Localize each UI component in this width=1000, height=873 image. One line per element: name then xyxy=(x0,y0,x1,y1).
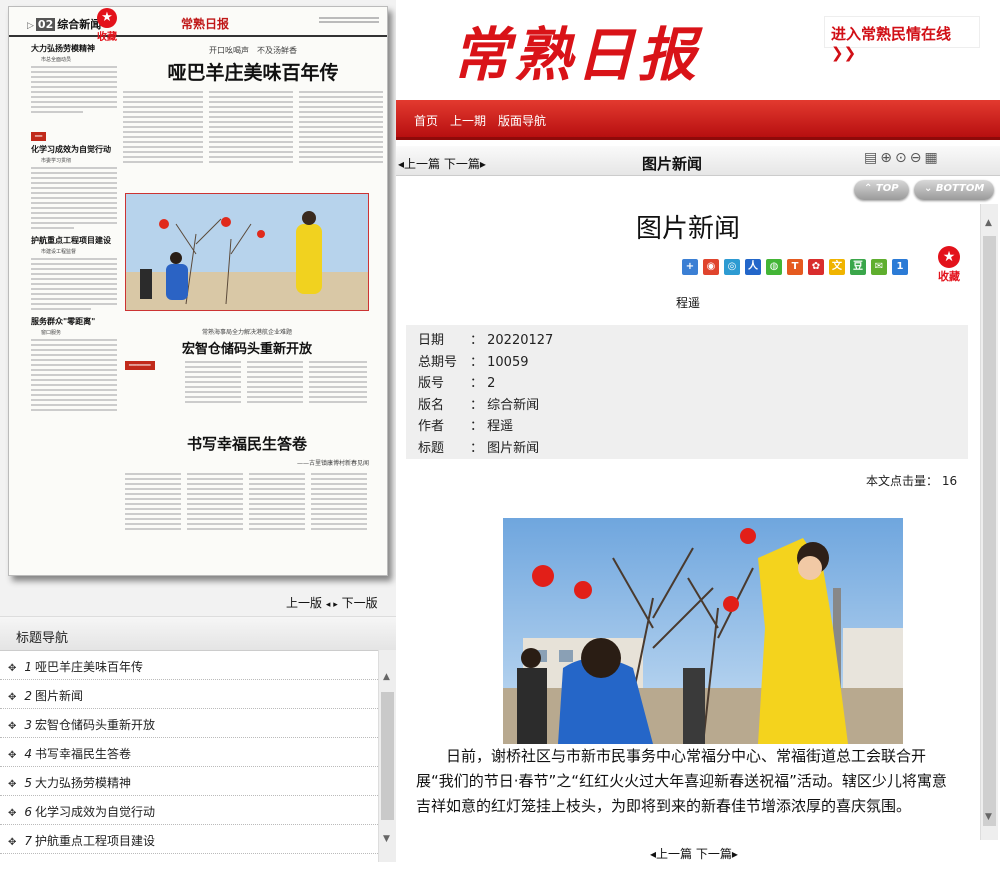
newspaper-page-thumbnail[interactable]: ▷ 02 综合新闻 ★ 收藏 常熟日报 大力弘扬劳模精神 市总全面动员 ━━ 化学习… xyxy=(8,6,388,576)
article-body: 日前，谢桥社区与市新市民事务中心常福分中心、常福街道总工会联合开展“我们的节日·… xyxy=(416,747,947,815)
scroll-down-icon[interactable]: ▼ xyxy=(985,812,992,822)
prev-page-link[interactable]: 上一版 xyxy=(286,596,322,610)
scroll-bottom-button[interactable]: ⌄ BOTTOM xyxy=(914,180,995,200)
left-panel: ▷ 02 综合新闻 ★ 收藏 常熟日报 大力弘扬劳模精神 市总全面动员 ━━ 化学习… xyxy=(0,0,396,873)
zoom-out-icon[interactable]: ⊖ xyxy=(910,150,925,166)
site-logo[interactable]: 常熟日报 xyxy=(452,8,700,92)
lead-headline[interactable]: 哑巴羊庄美味百年传 xyxy=(123,58,383,85)
share-wechat-icon[interactable]: ◍ xyxy=(766,259,782,275)
chevron-up-icon: ⌃ xyxy=(864,183,873,194)
favorite-button[interactable]: ★ 收藏 xyxy=(936,246,962,284)
side-story-3[interactable]: 护航重点工程项目建设 市建设工程监督 xyxy=(31,235,117,310)
zoom-in-icon[interactable]: ⊕ xyxy=(880,150,895,166)
edition-label: ▷ 02 综合新闻 xyxy=(27,18,102,31)
pager-arrows-icon: ◂ ▸ xyxy=(325,600,338,610)
site-masthead: 常熟日报 进入常熟民情在线 ❯❯ xyxy=(396,0,1000,100)
side-story-4[interactable]: 服务群众"零距离" 窗口服务 xyxy=(31,316,117,411)
share-douban-icon[interactable]: 豆 xyxy=(850,259,866,275)
bullet-icon: ✥ xyxy=(8,721,17,732)
story-3[interactable]: 书写幸福民生答卷 ——古里镇康博村新春见闻 xyxy=(125,431,369,573)
favorite-button-small[interactable]: ★ 收藏 xyxy=(93,8,121,43)
scroll-top-button[interactable]: ⌃ TOP xyxy=(854,180,909,200)
meta-row: 总期号： 10059 xyxy=(418,354,529,370)
thumbnail-photo-image xyxy=(126,194,368,310)
bullet-icon: ✥ xyxy=(8,750,17,761)
meta-row: 版名： 综合新闻 xyxy=(418,397,540,413)
title-navigation-header: 标题导航 xyxy=(0,617,396,651)
newspaper-main-column: 开口吆喝声 不及汤鲜香 哑巴羊庄美味百年传 xyxy=(123,41,383,163)
hit-counter: 本文点击量： 16 xyxy=(866,474,958,488)
article-toolbar: ◂上一篇 下一篇▸ 图片新闻 ▤⊕⊙⊖▦ xyxy=(396,146,1000,176)
clipboard-icon[interactable]: ▤ xyxy=(864,150,880,166)
side-story-1[interactable]: 大力弘扬劳模精神 市总全面动员 xyxy=(31,43,117,113)
bullet-icon: ✥ xyxy=(8,663,17,674)
meta-row: 日期： 20220127 xyxy=(418,333,554,348)
article-photo xyxy=(503,518,903,744)
story-2[interactable]: 常熟海事局全力解决港航企业难题 宏智仓储码头重新开放 ━━━━━━ xyxy=(125,323,369,421)
nav-scroll-thumb[interactable] xyxy=(381,692,394,820)
bullet-icon: ✥ xyxy=(8,779,17,790)
minqing-online-link[interactable]: 进入常熟民情在线 ❯❯ xyxy=(824,16,980,62)
nav-item-5[interactable]: ✥ 5 大力弘扬劳模精神 xyxy=(0,767,378,796)
newspaper-date-lines xyxy=(319,15,379,25)
bullet-icon: ✥ xyxy=(8,692,17,703)
nav-item-4[interactable]: ✥ 4 书写幸福民生答卷 xyxy=(0,738,378,767)
share-renren-icon[interactable]: 人 xyxy=(745,259,761,275)
share-qzone-icon[interactable]: ◎ xyxy=(724,259,740,275)
meta-row: 版号： 2 xyxy=(418,376,496,391)
article-content: 图片新闻 + ◉ ◎ 人 ◍ T ✿ 文豆 ✉ 1 ★ 收藏 程遥 日期： 20220127 总期… xyxy=(396,204,980,840)
scroll-up-icon[interactable]: ▲ xyxy=(383,672,390,682)
article-scrollbar[interactable]: ▲ ▼ xyxy=(980,204,998,840)
menu-home[interactable]: 首页 xyxy=(414,112,438,129)
star-icon: ★ xyxy=(97,8,117,28)
zoom-reset-icon[interactable]: ⊙ xyxy=(895,150,910,166)
newspaper-header: ▷ 02 综合新闻 ★ 收藏 常熟日报 xyxy=(9,7,387,43)
scroll-up-icon[interactable]: ▲ xyxy=(985,218,992,228)
menu-layout-nav[interactable]: 版面导航 xyxy=(498,112,546,129)
prev-next-article-bottom[interactable]: ◂上一篇 下一篇▸ xyxy=(650,845,738,862)
share-kaixin-icon[interactable]: 文 xyxy=(829,259,845,275)
bullet-icon: ✥ xyxy=(8,837,17,848)
share-feixin-icon[interactable]: ✉ xyxy=(871,259,887,275)
next-page-link[interactable]: 下一版 xyxy=(342,596,378,610)
share-counter-icon[interactable]: 1 xyxy=(892,259,908,275)
nav-item-7[interactable]: ✥ 7 护航重点工程项目建设 xyxy=(0,825,378,854)
nav-scrollbar[interactable]: ▲ ▼ xyxy=(378,650,396,862)
article-photo-image xyxy=(503,518,903,744)
share-more-icon[interactable]: + xyxy=(682,259,698,275)
menu-previous-issue[interactable]: 上一期 xyxy=(450,112,486,129)
share-bar: + ◉ ◎ 人 ◍ T ✿ 文豆 ✉ 1 xyxy=(682,254,913,275)
share-tqq-icon[interactable]: T xyxy=(787,259,803,275)
article-title: 图片新闻 xyxy=(635,214,740,244)
article-author: 程遥 xyxy=(675,296,700,310)
newspaper-photo-highlight[interactable] xyxy=(125,193,369,311)
side-banner: ━━ xyxy=(31,132,47,141)
nav-item-1[interactable]: ✥ 1 哑巴羊庄美味百年传 xyxy=(0,651,378,680)
article-scroll-thumb[interactable] xyxy=(983,236,996,826)
prev-next-article-top[interactable]: ◂上一篇 下一篇▸ xyxy=(398,155,486,172)
nav-item-3[interactable]: ✥ 3 宏智仓储码头重新开放 xyxy=(0,709,378,738)
scroll-down-icon[interactable]: ▼ xyxy=(383,834,390,844)
newspaper-masthead: 常熟日报 xyxy=(181,17,230,31)
print-icon[interactable]: ▦ xyxy=(924,150,940,166)
newspaper-pager: 上一版 ◂ ▸ 下一版 xyxy=(286,594,378,611)
toolbar-tools: ▤⊕⊙⊖▦ xyxy=(864,150,941,166)
meta-row: 作者： 程遥 xyxy=(418,419,514,434)
share-weibo-icon[interactable]: ◉ xyxy=(703,259,719,275)
side-story-2[interactable]: ━━ 化学习成效为自觉行动 市委学习贯彻 xyxy=(31,123,117,229)
main-menu-bar: 首页 上一期 版面导航 xyxy=(396,100,1000,140)
right-panel: 常熟日报 进入常熟民情在线 ❯❯ 首页 上一期 版面导航 ◂上一篇 下一篇▸ 图… xyxy=(396,0,1000,873)
chevron-down-icon: ⌄ xyxy=(924,183,933,194)
toolbar-title: 图片新闻 xyxy=(642,155,703,173)
nav-item-6[interactable]: ✥ 6 化学习成效为自觉行动 xyxy=(0,796,378,825)
article-meta-table: 日期： 20220127 总期号： 10059 版号： 2 版名： 综合新闻 作… xyxy=(406,325,968,459)
nav-item-2[interactable]: ✥ 2 图片新闻 xyxy=(0,680,378,709)
star-icon: ★ xyxy=(938,246,960,268)
meta-row: 标题： 图片新闻 xyxy=(418,440,540,456)
newspaper-side-column: 大力弘扬劳模精神 市总全面动员 ━━ 化学习成效为自觉行动 市委学习贯彻 护航重… xyxy=(31,41,117,414)
title-navigation: 标题导航 ✥ 1 哑巴羊庄美味百年传 ✥ 2 图片新闻 ✥ 3 宏智仓储码头重新开放 ✥ 4 书… xyxy=(0,616,396,873)
bullet-icon: ✥ xyxy=(8,808,17,819)
share-favorite-icon[interactable]: ✿ xyxy=(808,259,824,275)
